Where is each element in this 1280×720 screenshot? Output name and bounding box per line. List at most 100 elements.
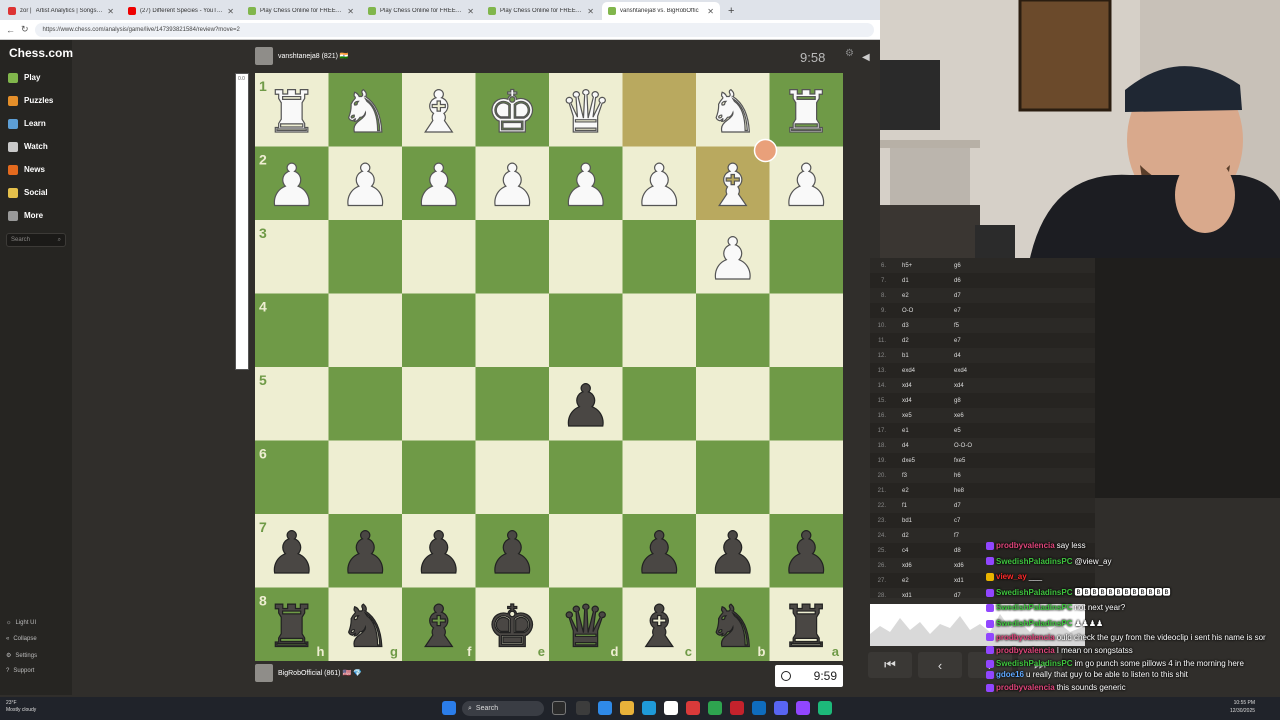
- avatar[interactable]: [255, 664, 273, 682]
- board-square[interactable]: [622, 440, 697, 515]
- board-square[interactable]: [622, 220, 697, 294]
- white-rook-piece[interactable]: ♜: [780, 77, 833, 146]
- chat-username[interactable]: gdoe16: [996, 669, 1024, 680]
- white-bishop-piece[interactable]: ♝: [706, 151, 759, 220]
- browser-tab-chess-3[interactable]: Play Chess Online for FREE - 2 Pla ✕: [482, 2, 600, 20]
- white-move[interactable]: d1: [902, 278, 954, 284]
- black-move[interactable]: exd4: [954, 368, 1014, 374]
- sidebar-search-input[interactable]: Search ⌕: [6, 233, 66, 247]
- twitch-icon[interactable]: [796, 701, 810, 715]
- close-tab-icon[interactable]: ✕: [227, 7, 234, 16]
- chess-board[interactable]: ♜ ♞ ♝ ♚ ♛ ♞ ♜ ♟ ♟ ♟ ♟ ♟ ♟ ♝ ♟ ♟ ♟ ♟ ♟ ♟ ♟ ♟ ♟ ♟ ♜ ♞ ♝ ♚ ♛ ♝ ♞ ♜ 1 2 3 4 5 6 7 8…: [255, 73, 843, 661]
- board-square[interactable]: [549, 220, 623, 294]
- board-square[interactable]: [549, 293, 623, 368]
- chat-username[interactable]: SwedishPaladinsPC: [996, 616, 1072, 632]
- white-move[interactable]: O-O: [902, 308, 954, 314]
- board-square[interactable]: [402, 440, 476, 515]
- white-knight-piece[interactable]: ♞: [706, 77, 759, 146]
- board-square[interactable]: [769, 220, 844, 294]
- board-square[interactable]: [769, 367, 844, 441]
- windows-start-icon[interactable]: [442, 701, 456, 715]
- close-tab-icon[interactable]: ✕: [347, 7, 354, 16]
- board-square[interactable]: [769, 293, 844, 368]
- task-view-icon[interactable]: [552, 701, 566, 715]
- close-tab-icon[interactable]: ✕: [467, 7, 474, 16]
- close-tab-icon[interactable]: ✕: [107, 7, 114, 16]
- board-settings-gear-icon[interactable]: ⚙: [845, 48, 854, 59]
- black-pawn-piece[interactable]: ♟: [780, 518, 833, 587]
- black-rook-piece[interactable]: ♜: [265, 592, 318, 661]
- file-explorer-icon[interactable]: [620, 701, 634, 715]
- white-move[interactable]: xd4: [902, 398, 954, 404]
- black-move[interactable]: h6: [954, 473, 1014, 479]
- black-queen-piece[interactable]: ♛: [559, 592, 612, 661]
- white-pawn-piece[interactable]: ♟: [559, 151, 612, 220]
- white-move[interactable]: dxe5: [902, 458, 954, 464]
- white-move[interactable]: exd4: [902, 368, 954, 374]
- white-move[interactable]: xd1: [902, 593, 954, 599]
- browser-tab-chess-1[interactable]: Play Chess Online for FREE - 2 Pla ✕: [242, 2, 360, 20]
- weather-widget[interactable]: 23°F Mostly cloudy: [6, 700, 36, 714]
- app-icon-shield[interactable]: [730, 701, 744, 715]
- board-square[interactable]: [328, 220, 403, 294]
- white-move[interactable]: d4: [902, 443, 954, 449]
- black-pawn-piece[interactable]: ♟: [412, 518, 465, 587]
- board-square[interactable]: [328, 367, 403, 441]
- white-king-piece[interactable]: ♚: [486, 77, 539, 146]
- board-square[interactable]: [328, 440, 403, 515]
- black-move[interactable]: d7: [954, 293, 1014, 299]
- black-move[interactable]: d6: [954, 278, 1014, 284]
- black-pawn-piece[interactable]: ♟: [265, 518, 318, 587]
- black-move[interactable]: g6: [954, 263, 1014, 269]
- white-queen-piece[interactable]: ♛: [559, 77, 612, 146]
- chat-username[interactable]: view_ay: [996, 569, 1027, 585]
- board-square[interactable]: [402, 367, 476, 441]
- chat-username[interactable]: SwedishPaladinsPC: [996, 658, 1072, 669]
- browser-tab-songstats[interactable]: zor | Artist Analytics | Songstats ✕: [2, 2, 120, 20]
- sidebar-item-watch[interactable]: Watch: [0, 135, 72, 158]
- black-move[interactable]: fxe5: [954, 458, 1014, 464]
- board-square[interactable]: [475, 293, 550, 368]
- chat-username[interactable]: SwedishPaladinsPC: [996, 600, 1072, 616]
- black-move[interactable]: d7: [954, 503, 1014, 509]
- board-square[interactable]: [549, 514, 623, 588]
- white-move[interactable]: d2: [902, 533, 954, 539]
- chat-username[interactable]: prodbyvalencia: [996, 643, 1055, 659]
- white-move[interactable]: xe5: [902, 413, 954, 419]
- light-ui-toggle[interactable]: ☼ Light UI: [6, 620, 36, 626]
- sidebar-item-news[interactable]: News: [0, 158, 72, 181]
- reload-icon[interactable]: ↻: [21, 24, 29, 35]
- board-square[interactable]: [402, 293, 476, 368]
- white-pawn-piece[interactable]: ♟: [412, 151, 465, 220]
- outlook-icon[interactable]: [752, 701, 766, 715]
- chat-username[interactable]: prodbyvalencia: [996, 680, 1055, 696]
- black-move[interactable]: xe6: [954, 413, 1014, 419]
- black-pawn-piece[interactable]: ♟: [706, 518, 759, 587]
- url-field[interactable]: https://www.chess.com/analysis/game/live…: [34, 22, 874, 37]
- first-move-button[interactable]: ⏮: [868, 652, 912, 678]
- bottom-player-name[interactable]: BigRobOfficial (861) 🇺🇸 💎: [278, 669, 362, 677]
- board-square[interactable]: [696, 440, 770, 515]
- white-pawn-piece[interactable]: ♟: [265, 151, 318, 220]
- board-svg[interactable]: ♜ ♞ ♝ ♚ ♛ ♞ ♜♟ ♟ ♟ ♟ ♟ ♟ ♝ ♟♟♟♟ ♟ ♟ ♟ ♟ ♟ ♟♜ ♞ ♝ ♚ ♛ ♝ ♞ ♜12345678…: [255, 73, 843, 661]
- board-square[interactable]: [622, 367, 697, 441]
- avatar[interactable]: [255, 47, 273, 65]
- board-square[interactable]: [402, 220, 476, 294]
- edge-browser-icon[interactable]: [642, 701, 656, 715]
- new-tab-icon[interactable]: +: [722, 2, 740, 20]
- browser-tab-chess-2[interactable]: Play Chess Online for FREE - 2 Pla ✕: [362, 2, 480, 20]
- browser-tab-youtube[interactable]: (27) Different Species - YouTube ✕: [122, 2, 240, 20]
- support-link[interactable]: ? Support: [6, 668, 34, 674]
- black-pawn-piece[interactable]: ♟: [559, 371, 612, 440]
- black-move[interactable]: d4: [954, 353, 1014, 359]
- panel-back-arrow-icon[interactable]: ◀: [862, 52, 870, 63]
- white-move[interactable]: c4: [902, 548, 954, 554]
- white-knight-piece[interactable]: ♞: [339, 77, 392, 146]
- chat-username[interactable]: SwedishPaladinsPC: [996, 554, 1072, 570]
- white-move[interactable]: f1: [902, 503, 954, 509]
- settings-link[interactable]: ⚙ Settings: [6, 652, 37, 660]
- sidebar-item-social[interactable]: Social: [0, 181, 72, 204]
- browser-tab-active-game[interactable]: vanshtaneja8 vs. BigRobOffic ✕: [602, 2, 720, 20]
- collapse-button[interactable]: «Collapse: [6, 636, 37, 642]
- white-pawn-piece[interactable]: ♟: [706, 224, 759, 293]
